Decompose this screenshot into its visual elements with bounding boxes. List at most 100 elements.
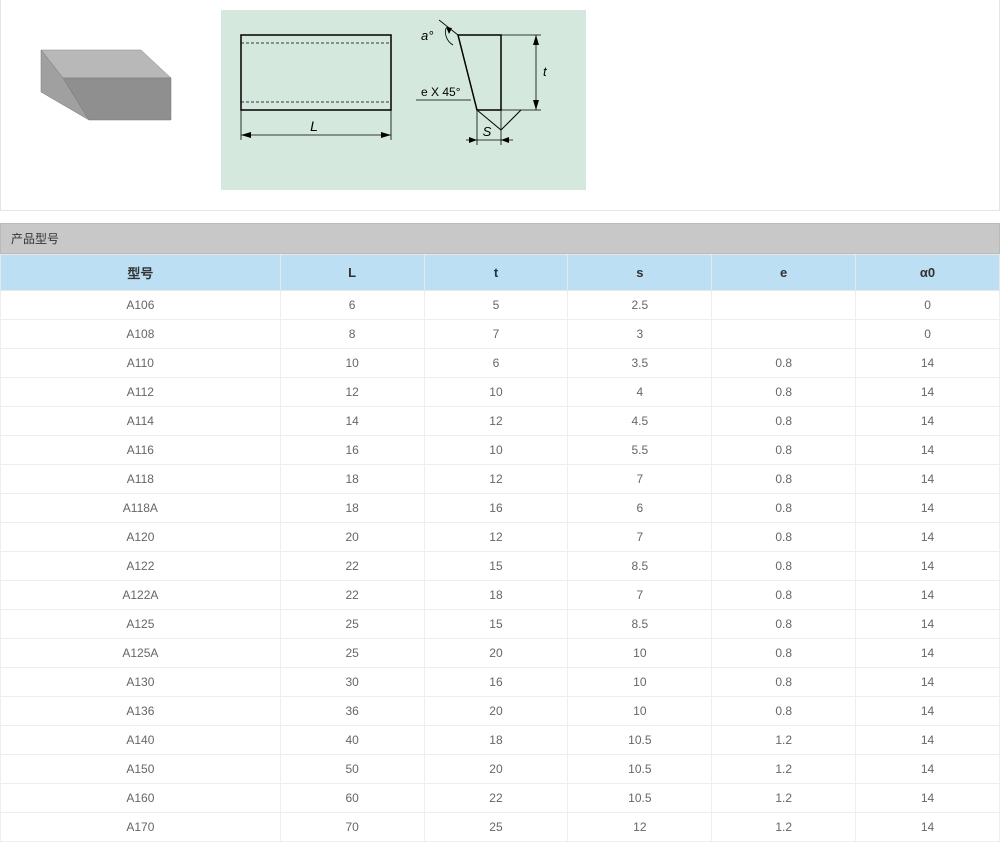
- cell-e: 0.8: [712, 407, 856, 436]
- cell-e: 0.8: [712, 494, 856, 523]
- cell-L: 25: [280, 610, 424, 639]
- cell-s: 10.5: [568, 726, 712, 755]
- cell-s: 10: [568, 668, 712, 697]
- cell-model: A112: [1, 378, 281, 407]
- technical-diagram: L a° t e X 45° S: [221, 10, 586, 190]
- cell-e: 0.8: [712, 436, 856, 465]
- cell-L: 22: [280, 581, 424, 610]
- col-header: s: [568, 255, 712, 291]
- cell-e: 1.2: [712, 755, 856, 784]
- cell-e: 0.8: [712, 639, 856, 668]
- cell-s: 5.5: [568, 436, 712, 465]
- cell-s: 4.5: [568, 407, 712, 436]
- cell-a0: 14: [856, 697, 1000, 726]
- cell-L: 10: [280, 349, 424, 378]
- cell-s: 7: [568, 523, 712, 552]
- table-row: A1303016100.814: [1, 668, 1000, 697]
- cell-model: A120: [1, 523, 281, 552]
- cell-e: 0.8: [712, 523, 856, 552]
- cell-model: A118A: [1, 494, 281, 523]
- cell-a0: 0: [856, 291, 1000, 320]
- cell-s: 7: [568, 581, 712, 610]
- top-section: L a° t e X 45° S: [0, 0, 1000, 211]
- cell-s: 10.5: [568, 784, 712, 813]
- cell-e: 1.2: [712, 813, 856, 842]
- cell-t: 6: [424, 349, 568, 378]
- cell-model: A150: [1, 755, 281, 784]
- cell-L: 12: [280, 378, 424, 407]
- cell-model: A116: [1, 436, 281, 465]
- cell-a0: 0: [856, 320, 1000, 349]
- cell-model: A160: [1, 784, 281, 813]
- cell-s: 3.5: [568, 349, 712, 378]
- table-row: A140401810.51.214: [1, 726, 1000, 755]
- cell-a0: 14: [856, 407, 1000, 436]
- cell-a0: 14: [856, 465, 1000, 494]
- cell-L: 6: [280, 291, 424, 320]
- cell-s: 8.5: [568, 552, 712, 581]
- table-row: A1363620100.814: [1, 697, 1000, 726]
- cell-a0: 14: [856, 523, 1000, 552]
- cell-L: 20: [280, 523, 424, 552]
- cell-model: A118: [1, 465, 281, 494]
- cell-e: 0.8: [712, 349, 856, 378]
- cell-model: A106: [1, 291, 281, 320]
- cell-t: 18: [424, 581, 568, 610]
- cell-t: 16: [424, 668, 568, 697]
- table-row: A106652.50: [1, 291, 1000, 320]
- cell-a0: 14: [856, 784, 1000, 813]
- cell-e: 0.8: [712, 610, 856, 639]
- table-row: A160602210.51.214: [1, 784, 1000, 813]
- cell-model: A136: [1, 697, 281, 726]
- cell-L: 25: [280, 639, 424, 668]
- table-row: A125A2520100.814: [1, 639, 1000, 668]
- cell-e: 1.2: [712, 726, 856, 755]
- cell-model: A125: [1, 610, 281, 639]
- cell-t: 20: [424, 697, 568, 726]
- cell-a0: 14: [856, 726, 1000, 755]
- cell-t: 20: [424, 639, 568, 668]
- dim-t-label: t: [543, 64, 548, 79]
- cell-s: 2.5: [568, 291, 712, 320]
- dim-S-label: S: [483, 124, 492, 139]
- cell-a0: 14: [856, 813, 1000, 842]
- table-row: A1088730: [1, 320, 1000, 349]
- cell-a0: 14: [856, 610, 1000, 639]
- col-header: t: [424, 255, 568, 291]
- dim-L-label: L: [310, 118, 318, 134]
- cell-t: 15: [424, 552, 568, 581]
- cell-s: 10: [568, 639, 712, 668]
- angle-label: a°: [421, 28, 433, 43]
- table-row: A112121040.814: [1, 378, 1000, 407]
- cell-e: 0.8: [712, 465, 856, 494]
- cell-model: A114: [1, 407, 281, 436]
- cell-model: A170: [1, 813, 281, 842]
- cell-e: 1.2: [712, 784, 856, 813]
- cell-e: 0.8: [712, 581, 856, 610]
- cell-model: A125A: [1, 639, 281, 668]
- cell-s: 4: [568, 378, 712, 407]
- cell-s: 3: [568, 320, 712, 349]
- cell-a0: 14: [856, 436, 1000, 465]
- cell-model: A122: [1, 552, 281, 581]
- cell-e: 0.8: [712, 697, 856, 726]
- cell-a0: 14: [856, 378, 1000, 407]
- cell-L: 60: [280, 784, 424, 813]
- cell-t: 10: [424, 436, 568, 465]
- cell-L: 16: [280, 436, 424, 465]
- table-row: A120201270.814: [1, 523, 1000, 552]
- col-header: 型号: [1, 255, 281, 291]
- cell-model: A140: [1, 726, 281, 755]
- cell-t: 18: [424, 726, 568, 755]
- table-header-row: 型号Ltseα0: [1, 255, 1000, 291]
- cell-L: 30: [280, 668, 424, 697]
- cell-e: [712, 291, 856, 320]
- table-row: A1101063.50.814: [1, 349, 1000, 378]
- table-row: A122A221870.814: [1, 581, 1000, 610]
- cell-L: 50: [280, 755, 424, 784]
- cell-L: 8: [280, 320, 424, 349]
- table-row: A1707025121.214: [1, 813, 1000, 842]
- cell-model: A130: [1, 668, 281, 697]
- cell-t: 22: [424, 784, 568, 813]
- cell-s: 6: [568, 494, 712, 523]
